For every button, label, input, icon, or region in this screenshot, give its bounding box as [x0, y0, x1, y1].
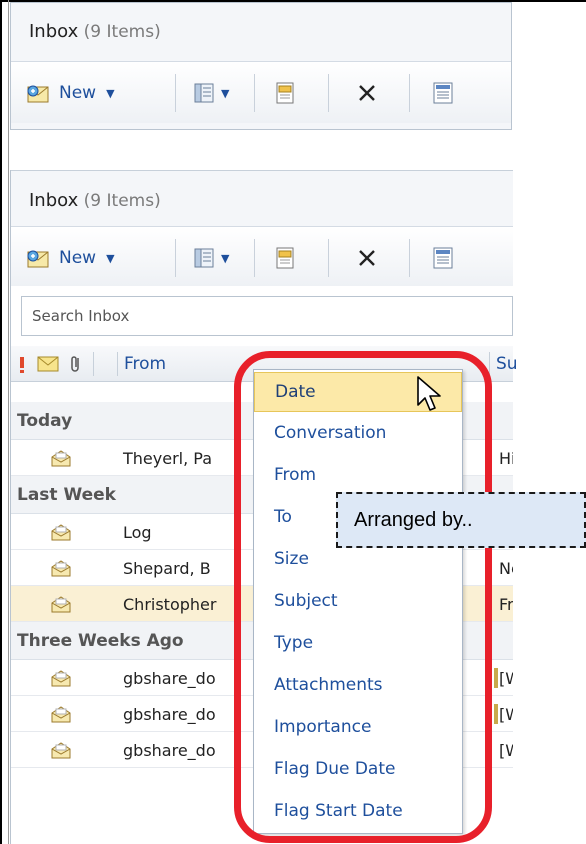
column-separator	[489, 352, 490, 376]
delete-button[interactable]	[356, 241, 378, 275]
delete-button[interactable]	[356, 76, 378, 110]
opened-envelope-icon	[51, 670, 71, 687]
columns-view-icon	[194, 83, 214, 103]
item-count: (9 Items)	[83, 22, 161, 42]
folder-title: Inbox (9 Items)	[29, 21, 161, 42]
menu-item-conversation[interactable]: Conversation	[254, 414, 462, 454]
group-label: Last Week	[17, 485, 116, 505]
toolbar: New ▼ ▼	[11, 61, 511, 123]
toolbar-separator	[328, 239, 329, 277]
menu-item-flag-due-date[interactable]: Flag Due Date	[254, 750, 462, 790]
read-status-envelope-icon[interactable]	[37, 355, 59, 373]
toolbar-separator	[409, 74, 410, 112]
message-subject: [W	[499, 741, 513, 760]
view-button[interactable]: ▼	[193, 241, 229, 275]
opened-envelope-icon	[51, 596, 71, 613]
menu-item-attachments[interactable]: Attachments	[254, 666, 462, 706]
properties-button[interactable]	[431, 241, 455, 275]
chevron-down-icon[interactable]: ▼	[106, 87, 114, 100]
opened-envelope-icon	[51, 560, 71, 577]
chevron-down-icon[interactable]: ▼	[106, 252, 114, 265]
message-from: Theyerl, Pa	[123, 449, 212, 468]
annotation-callout: Arranged by..	[336, 492, 586, 548]
new-mail-icon	[27, 85, 49, 103]
message-from: gbshare_do	[123, 705, 216, 724]
column-separator	[117, 352, 118, 376]
toolbar-separator	[175, 239, 176, 277]
new-button[interactable]: New ▼	[25, 241, 115, 275]
properties-icon	[433, 247, 453, 269]
inbox-panel-collapsed: Inbox (9 Items) New ▼ ▼	[10, 2, 512, 130]
message-subject: [W	[499, 669, 513, 688]
opened-envelope-icon	[51, 524, 71, 541]
menu-item-type[interactable]: Type	[254, 624, 462, 664]
columns-view-icon	[194, 248, 214, 268]
message-from: Christopher	[123, 595, 217, 614]
opened-envelope-icon	[51, 450, 71, 467]
message-subject: [W	[499, 705, 513, 724]
menu-item-importance[interactable]: Importance	[254, 708, 462, 748]
chevron-down-icon[interactable]: ▼	[221, 87, 229, 100]
new-mail-icon	[27, 250, 49, 268]
opened-envelope-icon	[51, 742, 71, 759]
menu-item-flag-start-date[interactable]: Flag Start Date	[254, 792, 462, 832]
callout-text: Arranged by..	[354, 509, 473, 531]
menu-item-from[interactable]: From	[254, 456, 462, 496]
category-marker	[494, 704, 498, 724]
opened-envelope-icon	[51, 706, 71, 723]
search-placeholder: Search Inbox	[32, 307, 130, 325]
toolbar-separator	[254, 239, 255, 277]
message-from: Log	[123, 523, 152, 542]
mouse-cursor-icon	[417, 376, 441, 411]
new-button-label: New	[59, 83, 97, 103]
group-label: Three Weeks Ago	[17, 631, 184, 651]
toolbar-separator	[328, 74, 329, 112]
move-folder-icon	[276, 247, 294, 269]
folder-title: Inbox (9 Items)	[29, 190, 161, 211]
message-from: Shepard, B	[123, 559, 211, 578]
arrange-by-menu: Date Conversation From To Size Subject T…	[253, 369, 463, 834]
message-subject: Ne	[499, 559, 513, 578]
folder-name: Inbox	[29, 190, 79, 211]
message-from: gbshare_do	[123, 669, 216, 688]
properties-button[interactable]	[431, 76, 455, 110]
message-subject: His	[499, 449, 513, 468]
column-subject[interactable]: Su	[496, 354, 518, 374]
toolbar-separator	[409, 239, 410, 277]
message-subject: Fri	[499, 595, 513, 614]
delete-x-icon	[359, 85, 375, 101]
toolbar-separator	[254, 74, 255, 112]
menu-item-subject[interactable]: Subject	[254, 582, 462, 622]
search-input[interactable]: Search Inbox	[21, 296, 513, 336]
new-button[interactable]: New ▼	[25, 76, 115, 110]
toolbar-separator	[175, 74, 176, 112]
item-count: (9 Items)	[83, 191, 161, 211]
group-label: Today	[17, 411, 73, 431]
toolbar: New ▼ ▼	[11, 226, 513, 286]
move-to-folder-button[interactable]	[273, 241, 297, 275]
column-from[interactable]: From	[124, 354, 166, 374]
new-button-label: New	[59, 248, 97, 268]
attachment-paperclip-icon[interactable]	[69, 354, 83, 374]
frame-inner-border	[8, 0, 9, 844]
chevron-down-icon[interactable]: ▼	[221, 252, 229, 265]
move-to-folder-button[interactable]	[273, 76, 297, 110]
column-separator	[93, 352, 94, 376]
properties-icon	[433, 82, 453, 104]
category-marker	[494, 668, 498, 688]
frame-left-border	[0, 0, 2, 844]
importance-icon[interactable]	[17, 356, 27, 374]
move-folder-icon	[276, 82, 294, 104]
delete-x-icon	[359, 250, 375, 266]
view-button[interactable]: ▼	[193, 76, 229, 110]
message-from: gbshare_do	[123, 741, 216, 760]
folder-name: Inbox	[29, 21, 79, 42]
